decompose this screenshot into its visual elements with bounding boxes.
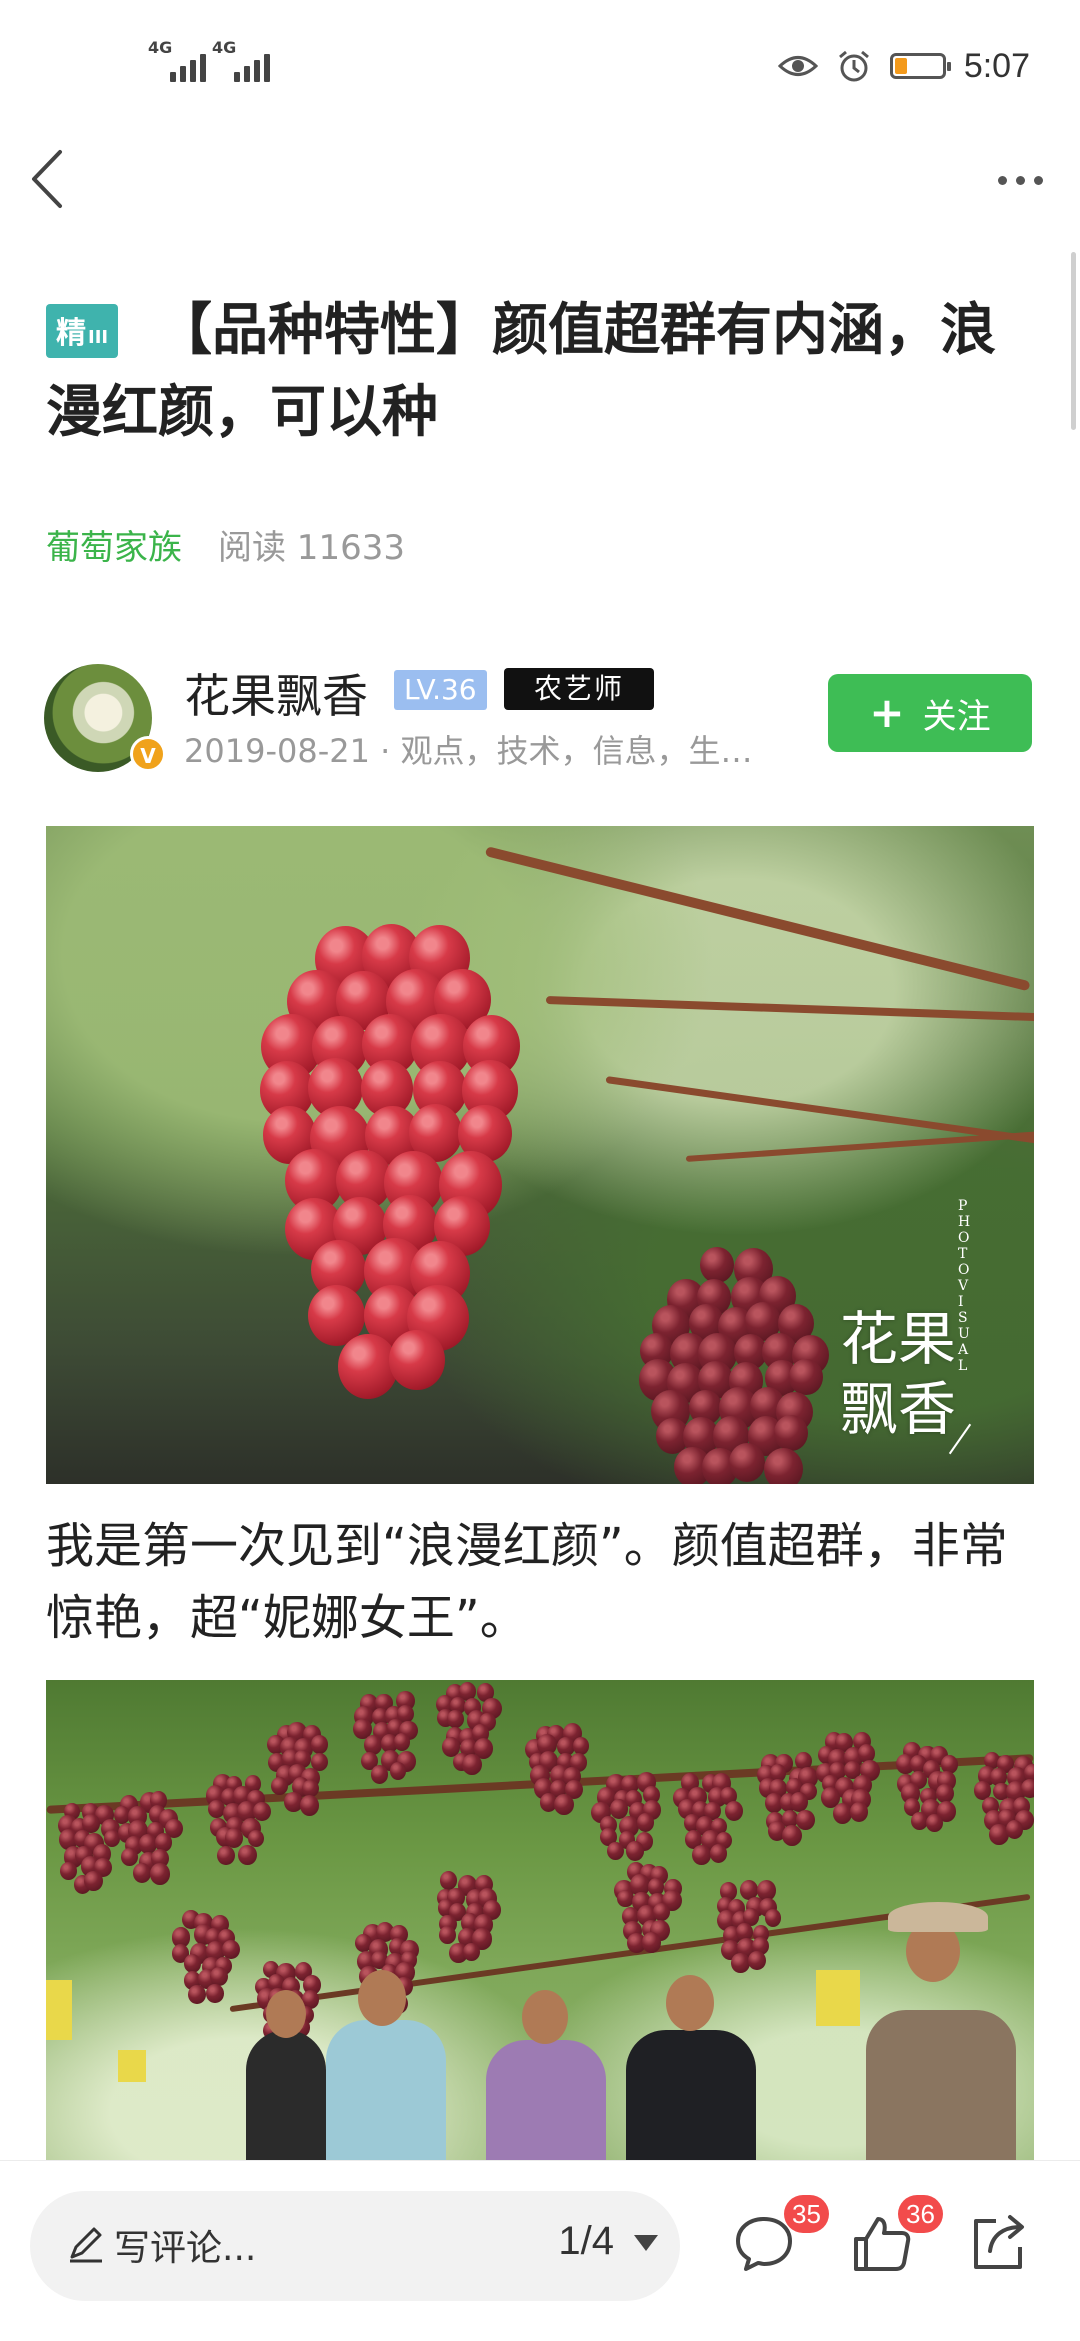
more-dots-icon [998,176,1007,185]
grape-decoration [371,1765,388,1784]
role-badge: 农艺师 [504,668,654,710]
status-icons: 5:07 [778,44,1030,88]
grape-decoration [390,1762,406,1780]
status-bar: 4G 4G 5:07 [0,0,1080,130]
share-button[interactable] [966,2211,1030,2275]
grape-decoration [447,1710,463,1728]
comment-count-badge: 35 [784,2195,829,2233]
eye-icon [778,51,818,81]
grape-decoration [311,1735,328,1753]
like-count-badge: 36 [898,2195,943,2233]
grape-decoration [206,1984,223,2003]
grape-decoration [850,1802,868,1822]
grape-decoration [210,1967,228,1986]
grape-decoration [60,1862,77,1880]
grape-decoration [440,1871,458,1890]
grape-decoration [238,1845,257,1865]
grape-decoration [1021,1779,1034,1798]
grape-decoration [936,1784,953,1803]
grape-decoration [642,1932,661,1952]
grape-decoration [692,1845,711,1866]
group-link[interactable]: 葡萄家族 [46,520,182,569]
grape-decoration [84,1871,103,1892]
bottom-action-bar: 写评论... 1/4 35 36 [0,2160,1080,2341]
grape-decoration [637,1813,654,1832]
network-type-label: 4G [148,38,172,57]
read-count: 阅读 11633 [218,520,405,569]
back-button[interactable] [26,146,76,212]
verified-badge: V [130,736,166,772]
grape-decoration [729,1443,765,1482]
comment-placeholder: 写评论... [114,2219,256,2271]
grape-decoration [764,1448,803,1484]
article-header: 精 III 【品种特性】颜值超群有内涵，浪漫红颜，可以种 [46,290,1036,454]
grape-decoration [1006,1820,1023,1839]
plus-icon: + [869,692,904,734]
grape-decoration [184,1954,201,1972]
grape-decoration [774,1415,807,1451]
grape-decoration [710,1844,727,1863]
grape-decoration [789,1359,823,1396]
grape-decoration [573,1737,590,1755]
author-name[interactable]: 花果飘香 [184,660,368,726]
grape-decoration [731,1953,750,1973]
caret-down-icon[interactable] [634,2235,658,2251]
grape-decoration [554,1794,573,1815]
grape-decoration [626,1841,644,1860]
grape-decoration [271,1777,288,1795]
battery-icon [890,53,946,79]
grape-decoration [439,1926,455,1944]
level-badge: LV.36 [394,670,487,710]
grape-decoration [389,1330,445,1391]
follow-button[interactable]: + 关注 [828,674,1032,752]
grape-decoration [394,1733,410,1751]
article-paragraph: 我是第一次见到“浪漫红颜”。颜值超群，非常惊艳，超“妮娜女王”。 [46,1510,1046,1654]
more-options-button[interactable] [990,160,1050,200]
post-meta: 2019-08-21 · 观点，技术，信息，生… [184,726,784,772]
grape-decoration [217,1846,235,1866]
image-watermark: 花果 飘香 [840,1304,956,1444]
article-title: 【品种特性】颜值超群有内涵，浪漫红颜，可以种 [46,290,1036,454]
image-watermark-small: PHOTO VISUAL [958,1198,972,1374]
grape-decoration [926,1814,943,1833]
chevron-left-icon [26,146,76,212]
grape-decoration [300,1795,319,1816]
grape-decoration [188,1985,206,2005]
grape-decoration [617,1890,633,1908]
grape-decoration [133,1863,152,1883]
grape-decoration [653,1903,670,1921]
share-icon [966,2211,1030,2275]
grape-decoration [463,1943,480,1961]
network-type-label: 4G [212,38,236,57]
featured-badge: 精 III [46,304,118,358]
grape-decoration [748,1951,766,1970]
article-image-vineyard-visitors[interactable] [46,1680,1034,2160]
grape-decoration [700,1247,734,1283]
grape-decoration [765,1909,782,1927]
grape-decoration [725,1801,744,1821]
clock-time: 5:07 [964,47,1030,86]
grape-decoration [225,1828,243,1847]
page-indicator[interactable]: 1/4 [558,2219,614,2264]
follow-label: 关注 [923,689,991,738]
scrollbar[interactable] [1071,252,1076,430]
grape-decoration [782,1825,802,1846]
article-meta: 葡萄家族 阅读 11633 [46,520,405,569]
comment-input[interactable]: 写评论... 1/4 [30,2191,680,2301]
pen-icon [66,2223,106,2263]
grape-decoration [607,1842,624,1861]
grape-decoration [150,1863,170,1884]
alarm-icon [836,48,872,84]
article-image-grapes-closeup[interactable]: 花果 飘香 PHOTO VISUAL [46,826,1034,1484]
grape-decoration [121,1848,138,1866]
grape-decoration [462,1754,482,1775]
